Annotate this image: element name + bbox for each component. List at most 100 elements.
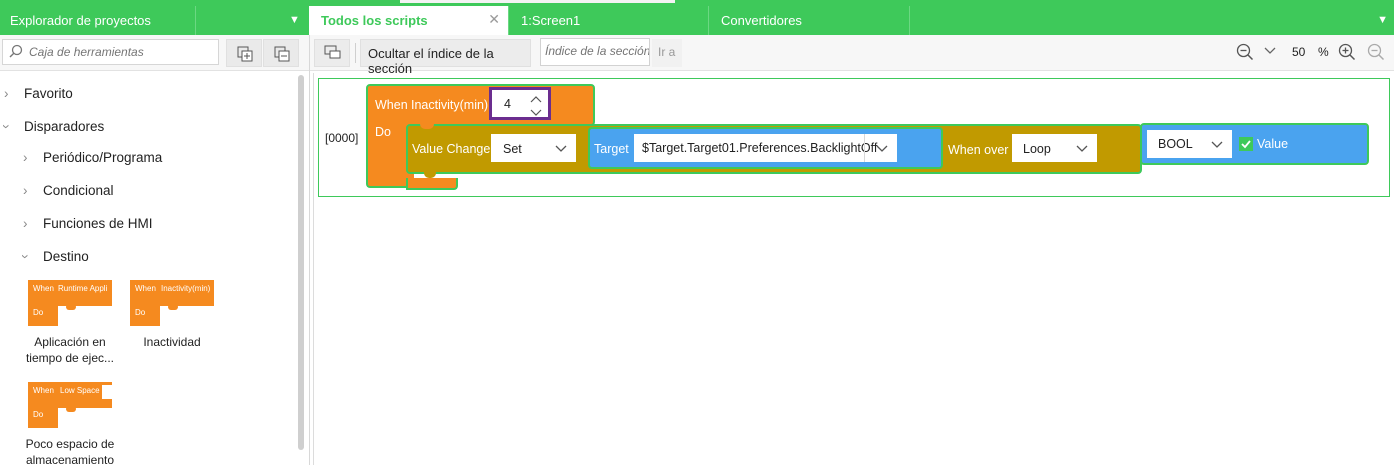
script-toolbar: Ocultar el índice de la sección Ir a 50 … <box>310 35 1394 76</box>
tree-item-label: Funciones de HMI <box>43 216 153 231</box>
toolbox-search[interactable] <box>2 39 219 65</box>
value-checkbox[interactable] <box>1239 137 1253 151</box>
toolbox-scrollbar[interactable] <box>298 75 304 450</box>
block-preview-do: Do <box>28 402 58 428</box>
block-preview-do: Do <box>130 300 160 326</box>
block-when: When <box>135 284 156 293</box>
do-label: Do <box>375 125 391 139</box>
block-preview-notch <box>66 304 76 310</box>
dropdown-value: Loop <box>1023 142 1051 156</box>
value-change-label: Value Change <box>412 142 491 156</box>
label-line: Inactividad <box>143 335 201 349</box>
block-param: Inactivity(min) <box>161 284 211 293</box>
zoom-dropdown-icon[interactable] <box>1263 44 1277 59</box>
project-explorer-header: Explorador de proyectos ▼ <box>0 6 309 35</box>
chevron-down-icon <box>875 143 889 157</box>
tab-all-scripts[interactable]: Todos los scripts ✕ <box>309 6 509 35</box>
tree-item-label: Disparadores <box>24 119 105 134</box>
tree-item-destino[interactable]: › Destino <box>18 249 89 264</box>
block-do: Do <box>135 308 146 317</box>
label-line: almacenamiento <box>25 453 115 467</box>
label-line: Poco espacio de <box>25 437 115 451</box>
zoom-out-icon[interactable] <box>1236 43 1254 64</box>
bool-dropdown[interactable]: BOOL <box>1147 130 1232 158</box>
block-preview: When Low Space <box>28 382 112 402</box>
zoom-unit: % <box>1318 45 1329 59</box>
tree-item-condicional[interactable]: › Condicional <box>23 183 114 198</box>
block-param-slot <box>102 385 112 399</box>
spinner-up-icon[interactable] <box>530 91 542 106</box>
expand-icon <box>237 46 253 62</box>
section-index-input[interactable] <box>545 44 649 58</box>
tab-converters[interactable]: Convertidores <box>709 6 910 35</box>
header-divider <box>195 6 196 35</box>
tree-item-disparadores[interactable]: › Disparadores <box>0 119 105 134</box>
toolbox-toolbar <box>0 35 309 71</box>
target-dropdown[interactable]: $Target.Target01.Preferences.BacklightOf… <box>634 134 897 162</box>
chevron-right-icon: › <box>4 86 9 101</box>
when-block-footer <box>406 178 458 190</box>
block-preview: When Runtime Appli <box>28 280 112 300</box>
block-param: Low Space <box>60 386 100 395</box>
toolbar-divider <box>355 43 356 63</box>
zoom-in-icon[interactable] <box>1338 43 1356 64</box>
zoom-reset-icon[interactable] <box>1367 43 1385 64</box>
menu-caret-icon[interactable]: ▼ <box>1377 14 1388 26</box>
chevron-down-icon <box>1075 143 1089 157</box>
comment-button[interactable] <box>314 39 350 67</box>
dropdown-value: $Target.Target01.Preferences.BacklightOf… <box>642 141 878 155</box>
block-preview-notch <box>168 304 178 310</box>
tree-item-funciones[interactable]: › Funciones de HMI <box>23 216 153 231</box>
spinner-down-icon[interactable] <box>530 105 542 120</box>
when-over-label: When over <box>948 143 1009 157</box>
dropdown-divider <box>864 134 865 162</box>
tree-item-favorito[interactable]: › Favorito <box>4 86 73 101</box>
inactivity-value[interactable]: 4 <box>504 97 511 111</box>
comment-icon <box>324 45 341 59</box>
tab-label: Convertidores <box>721 13 802 28</box>
project-explorer-title: Explorador de proyectos <box>10 13 151 28</box>
zoom-value[interactable]: 50 <box>1292 45 1305 59</box>
tree-item-label: Favorito <box>24 86 73 101</box>
block-preview: When Inactivity(min) <box>130 280 214 300</box>
toolbox-tree: › Favorito › Disparadores › Periódico/Pr… <box>0 72 309 467</box>
toolbox-block-label: Inactividad <box>122 334 222 350</box>
tab-bar: Todos los scripts ✕ 1:Screen1 Convertido… <box>309 6 1394 35</box>
loop-dropdown[interactable]: Loop <box>1012 134 1097 162</box>
search-icon <box>9 44 23 61</box>
tab-screen1[interactable]: 1:Screen1 <box>509 6 709 35</box>
hide-section-index-button[interactable]: Ocultar el índice de la sección <box>360 39 531 76</box>
block-when: When <box>33 284 54 293</box>
set-dropdown[interactable]: Set <box>491 134 576 162</box>
chevron-right-icon: › <box>23 150 28 165</box>
go-to-button[interactable]: Ir a <box>652 39 682 67</box>
chevron-right-icon: › <box>23 216 28 231</box>
label-line: Aplicación en <box>34 335 106 349</box>
dropdown-value: Set <box>503 142 522 156</box>
expand-all-button[interactable] <box>226 39 262 67</box>
search-input[interactable] <box>29 43 214 61</box>
chevron-down-icon: › <box>17 254 33 259</box>
menu-caret-icon[interactable]: ▼ <box>289 14 300 26</box>
label-line: tiempo de ejec... <box>25 351 115 365</box>
inactivity-value-field[interactable]: 4 <box>489 87 551 120</box>
block-preview-notch <box>66 406 76 412</box>
window-notch <box>400 0 675 3</box>
collapse-icon <box>274 46 290 62</box>
when-label: When <box>375 98 408 112</box>
block-do: Do <box>33 308 44 317</box>
close-icon[interactable]: ✕ <box>488 11 500 28</box>
collapse-all-button[interactable] <box>263 39 299 67</box>
section-index-label: [0000] <box>325 131 359 145</box>
tree-item-label: Condicional <box>43 183 114 198</box>
tab-label: Todos los scripts <box>321 13 428 28</box>
value-label: Value <box>1257 137 1289 151</box>
button-label: Ir a <box>658 45 676 59</box>
chevron-down-icon: › <box>0 124 14 129</box>
block-notch <box>420 121 434 129</box>
target-label: Target <box>594 142 629 156</box>
tree-item-periodico[interactable]: › Periódico/Programa <box>23 150 162 165</box>
section-index-field[interactable] <box>540 38 650 66</box>
chevron-down-icon <box>554 143 568 157</box>
toolbox-block-label: Aplicación en tiempo de ejec... <box>20 334 120 366</box>
